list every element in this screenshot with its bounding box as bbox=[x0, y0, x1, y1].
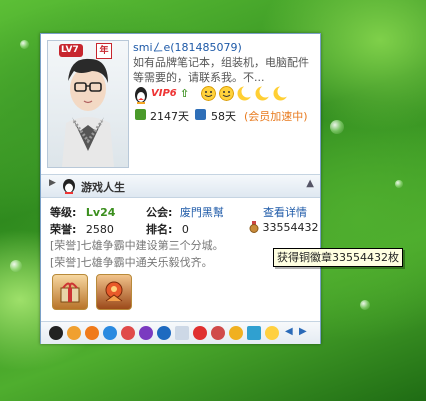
water-drop bbox=[330, 120, 344, 134]
honor-row: 荣誉: 2580 bbox=[50, 221, 114, 237]
rank-value: 0 bbox=[181, 223, 189, 236]
status-row: VIP6 ⇧ bbox=[133, 86, 313, 104]
crescent-icon[interactable] bbox=[237, 86, 252, 101]
chevron-up-icon[interactable]: ▲ bbox=[306, 178, 314, 189]
gift-icon[interactable] bbox=[211, 326, 225, 340]
honor-label: 荣誉: bbox=[50, 223, 77, 236]
smiley-icon[interactable] bbox=[219, 86, 234, 101]
upgrade-arrow-icon: ⇧ bbox=[180, 87, 190, 100]
group-icon[interactable] bbox=[265, 326, 279, 340]
signature: 如有品牌笔记本，组装机，电脑配件等需要的，请联系我。不... bbox=[133, 56, 309, 84]
level-badge: LV7 bbox=[59, 44, 83, 57]
guild-link[interactable]: 废門黑幫 bbox=[180, 206, 224, 219]
warrior-icon bbox=[105, 281, 123, 302]
game-badge-gift[interactable] bbox=[52, 274, 88, 310]
clock-icon bbox=[195, 109, 206, 120]
honor-value: 2580 bbox=[85, 223, 114, 236]
smiley-icon[interactable] bbox=[201, 86, 216, 101]
arrow-right-icon[interactable]: ▶ bbox=[299, 326, 307, 337]
gift-box-icon bbox=[60, 282, 80, 303]
game-section-header[interactable]: ▶ 游戏人生 ▲ bbox=[41, 174, 320, 198]
guild-row: 公会: 废門黑幫 bbox=[146, 204, 224, 220]
water-drop bbox=[20, 40, 29, 49]
arrow-left-icon[interactable]: ◀ bbox=[285, 326, 293, 337]
penguin-icon bbox=[63, 179, 75, 194]
rank-row: 排名: 0 bbox=[146, 221, 189, 237]
guild-label: 公会: bbox=[146, 206, 173, 219]
mail-icon[interactable] bbox=[175, 326, 189, 340]
paipai-blue-icon[interactable] bbox=[103, 326, 117, 340]
medal-count: 33554432 bbox=[262, 221, 319, 234]
accel-note[interactable]: (会员加速中) bbox=[244, 108, 308, 124]
days-accel: 58天 bbox=[211, 110, 236, 123]
vip-badge[interactable]: VIP6 bbox=[151, 88, 177, 99]
game-badge-warrior[interactable] bbox=[96, 274, 132, 310]
crescent-icon[interactable] bbox=[273, 86, 288, 101]
level-row: 等级: Lv24 bbox=[50, 204, 115, 220]
clock-icon bbox=[135, 109, 146, 120]
medal-icon[interactable] bbox=[249, 221, 259, 233]
year-badge: 年 bbox=[96, 43, 112, 59]
pet-icon[interactable] bbox=[229, 326, 243, 340]
days-online: 2147天 bbox=[150, 110, 189, 123]
profile-card: LV7 年 smiㄥe(181485079) 如有品牌笔记本，组装机，电脑配件等… bbox=[40, 33, 321, 344]
water-drop bbox=[395, 180, 403, 188]
level-label: 等级: bbox=[50, 206, 77, 219]
phone-icon[interactable] bbox=[247, 326, 261, 340]
avatar[interactable]: LV7 年 bbox=[47, 40, 129, 168]
medal-row[interactable]: 33554432 bbox=[249, 221, 319, 234]
rank-label: 排名: bbox=[146, 223, 173, 236]
details-link[interactable]: 查看详情 bbox=[263, 204, 307, 220]
section-title: 游戏人生 bbox=[81, 181, 125, 194]
crescent-icon[interactable] bbox=[255, 86, 270, 101]
honor-entry: [荣誉]七雄争霸中建设第三个分城。 bbox=[50, 239, 224, 252]
medal-tooltip: 获得铜徽章33554432枚 bbox=[273, 248, 403, 267]
app-toolbar: ◀ ▶ bbox=[41, 321, 320, 344]
heart-icon[interactable] bbox=[193, 326, 207, 340]
penguin-icon[interactable] bbox=[133, 86, 149, 104]
shield-icon[interactable] bbox=[157, 326, 171, 340]
water-drop bbox=[10, 260, 22, 272]
nickname[interactable]: smiㄥe(181485079) bbox=[133, 39, 315, 55]
music-icon[interactable] bbox=[139, 326, 153, 340]
star-icon[interactable] bbox=[67, 326, 81, 340]
penguin-icon[interactable] bbox=[49, 326, 63, 340]
avatar-illustration bbox=[62, 58, 114, 167]
active-days-row: 2147天 58天 (会员加速中) bbox=[133, 108, 318, 124]
collapse-icon[interactable]: ▶ bbox=[49, 178, 56, 188]
honor-entry: [荣誉]七雄争霸中通关乐毅伐齐。 bbox=[50, 256, 213, 269]
game-icon[interactable] bbox=[121, 326, 135, 340]
paipai-icon[interactable] bbox=[85, 326, 99, 340]
water-drop bbox=[360, 300, 370, 310]
level-value: Lv24 bbox=[85, 206, 116, 219]
